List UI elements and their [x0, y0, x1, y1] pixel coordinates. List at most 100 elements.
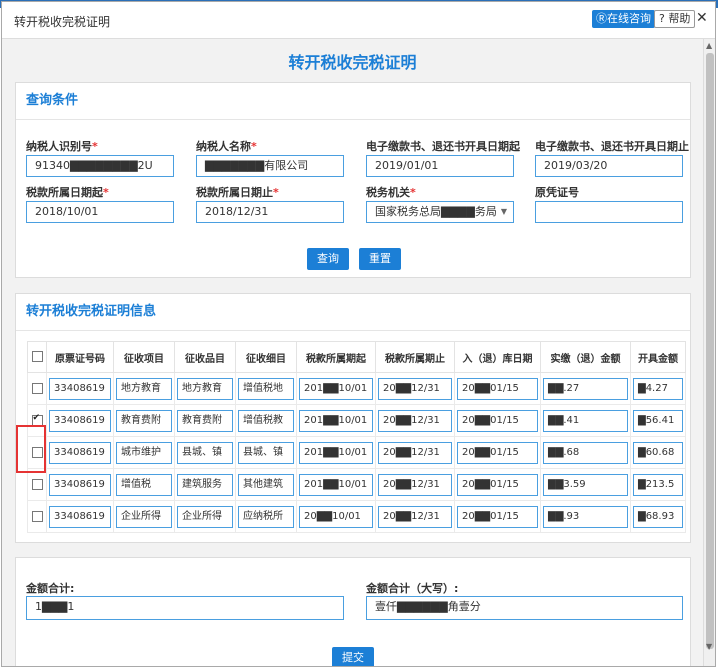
table-cell: 增值税 [113, 468, 175, 501]
table-row[interactable]: 33408619 地方教育 地方教育 增值税地 201▇▇10/01 20▇▇12/31 2… [27, 372, 686, 405]
cell-input[interactable]: 教育费附 [177, 409, 233, 432]
table-row[interactable]: 33408619教育费附教育费附增值税教201▇▇10/0120▇▇12/312… [27, 404, 686, 437]
scrollbar[interactable]: ▲ ▼ [703, 39, 715, 666]
cell-input[interactable]: 增值税地 [238, 377, 294, 400]
cell-input[interactable]: 33408619 [49, 441, 111, 464]
cell-input[interactable]: ▇60.68 [633, 441, 683, 464]
scroll-up-icon[interactable]: ▲ [706, 41, 712, 50]
cell-input[interactable]: 其他建筑 [238, 473, 294, 496]
cell-input[interactable]: 33408619 [49, 505, 111, 528]
table-cell: 建筑服务 [174, 468, 236, 501]
row-checkbox[interactable] [31, 478, 43, 490]
table-row[interactable]: 33408619 增值税 建筑服务 其他建筑 201▇▇10/01 20▇▇12/31 20… [27, 468, 686, 501]
table-cell: 县城、镇 [235, 436, 297, 469]
table-row[interactable]: 33408619 企业所得 企业所得 应纳税所 20▇▇10/01 20▇▇12/31 20… [27, 500, 686, 533]
amount-label: 金额合计: [26, 582, 75, 595]
table-cell: 增值税教 [235, 404, 297, 437]
cell-input[interactable]: 县城、镇 [238, 441, 294, 464]
cell-input[interactable]: 20▇▇12/31 [378, 377, 452, 400]
table-cell: 20▇▇01/15 [454, 436, 541, 469]
cell-input[interactable]: ▇213.5 [633, 473, 683, 496]
cell-input[interactable]: 教育费附 [116, 409, 172, 432]
cell-input[interactable]: ▇▇.41 [543, 409, 628, 432]
row-select-cell [27, 468, 47, 501]
period-start-input[interactable]: 2018/10/01 [26, 201, 174, 223]
row-checkbox[interactable] [31, 382, 43, 394]
original-cert-input[interactable] [535, 201, 683, 223]
cell-input[interactable]: 地方教育 [116, 377, 172, 400]
cell-input[interactable]: ▇▇.93 [543, 505, 628, 528]
table-cell: 33408619 [46, 500, 114, 533]
table-cell: 应纳税所 [235, 500, 297, 533]
original-cert-label: 原凭证号 [535, 186, 579, 199]
cell-input[interactable]: 33408619 [49, 473, 111, 496]
taxpayer-id-input[interactable]: 91340▇▇▇▇▇▇▇▇2U [26, 155, 174, 177]
tax-office-select[interactable]: 国家税务总局▇▇▇▇务局 ▼ [366, 201, 514, 223]
row-checkbox[interactable] [31, 510, 43, 522]
cell-input[interactable]: 20▇▇01/15 [457, 377, 538, 400]
cell-input[interactable]: 20▇▇12/31 [378, 409, 452, 432]
column-header: 税款所属期止 [375, 341, 455, 373]
date-end-input[interactable]: 2019/03/20 [535, 155, 683, 177]
cell-input[interactable]: 201▇▇10/01 [299, 377, 373, 400]
cell-input[interactable]: 20▇▇12/31 [378, 505, 452, 528]
cell-input[interactable]: 201▇▇10/01 [299, 409, 373, 432]
cell-input[interactable]: 建筑服务 [177, 473, 233, 496]
table-cell: 33408619 [46, 372, 114, 405]
column-header: 征收项目 [113, 341, 175, 373]
cell-input[interactable]: 20▇▇12/31 [378, 473, 452, 496]
cell-input[interactable]: ▇4.27 [633, 377, 683, 400]
cell-input[interactable]: 企业所得 [116, 505, 172, 528]
table-cell: 企业所得 [113, 500, 175, 533]
cell-input[interactable]: 城市维护 [116, 441, 172, 464]
query-button[interactable]: 查询 [307, 248, 349, 270]
cell-input[interactable]: 20▇▇01/15 [457, 441, 538, 464]
scrollbar-thumb[interactable] [706, 53, 714, 649]
submit-button[interactable]: 提交 [332, 647, 374, 666]
amount-input[interactable]: 1▇▇▇1 [26, 596, 344, 620]
cell-input[interactable]: 20▇▇01/15 [457, 505, 538, 528]
online-consult-button[interactable]: Ⓡ在线咨询 [592, 10, 655, 28]
cell-input[interactable]: 县城、镇 [177, 441, 233, 464]
table-cell: 201▇▇10/01 [296, 436, 376, 469]
close-icon[interactable]: ✕ [696, 10, 708, 26]
cell-input[interactable]: ▇▇3.59 [543, 473, 628, 496]
period-start-label: 税款所属日期起* [26, 186, 109, 199]
taxpayer-name-input[interactable]: ▇▇▇▇▇▇▇有限公司 [196, 155, 344, 177]
cell-input[interactable]: 企业所得 [177, 505, 233, 528]
cell-input[interactable]: 20▇▇01/15 [457, 473, 538, 496]
table-cell: 城市维护 [113, 436, 175, 469]
column-header: 税款所属期起 [296, 341, 376, 373]
cell-input[interactable]: ▇68.93 [633, 505, 683, 528]
column-header: 原票证号码 [46, 341, 114, 373]
cell-input[interactable]: 20▇▇10/01 [299, 505, 373, 528]
cell-input[interactable]: 33408619 [49, 377, 111, 400]
date-start-input[interactable]: 2019/01/01 [366, 155, 514, 177]
table-row[interactable]: 33408619 城市维护 县城、镇 县城、镇 201▇▇10/01 20▇▇12/31 2… [27, 436, 686, 469]
cell-input[interactable]: 地方教育 [177, 377, 233, 400]
dialog: 转开税收完税证明 Ⓡ在线咨询 ? 帮助 ✕ 转开税收完税证明 查询条件 纳税人识… [1, 1, 716, 667]
results-panel: 转开税收完税证明信息 原票证号码 征收项目 征收品目 征收细目 税款所属期起 税… [15, 293, 691, 543]
help-button[interactable]: ? 帮助 [654, 10, 696, 28]
cell-input[interactable]: 应纳税所 [238, 505, 294, 528]
cell-input[interactable]: ▇▇.68 [543, 441, 628, 464]
cell-input[interactable]: 20▇▇01/15 [457, 409, 538, 432]
table-cell: 20▇▇12/31 [375, 500, 455, 533]
table-cell: 33408619 [46, 404, 114, 437]
cell-input[interactable]: 增值税 [116, 473, 172, 496]
table-cell: 教育费附 [174, 404, 236, 437]
scroll-down-icon[interactable]: ▼ [706, 642, 712, 651]
reset-button[interactable]: 重置 [359, 248, 401, 270]
cell-input[interactable]: ▇▇.27 [543, 377, 628, 400]
taxpayer-id-label: 纳税人识别号* [26, 140, 98, 153]
cell-input[interactable]: 201▇▇10/01 [299, 473, 373, 496]
select-all-checkbox[interactable] [31, 351, 43, 363]
date-start-label: 电子缴款书、退还书开具日期起 [366, 140, 520, 153]
cell-input[interactable]: ▇56.41 [633, 409, 683, 432]
cell-input[interactable]: 201▇▇10/01 [299, 441, 373, 464]
cell-input[interactable]: 33408619 [49, 409, 111, 432]
period-end-input[interactable]: 2018/12/31 [196, 201, 344, 223]
amount-caps-input[interactable]: 壹仟▇▇▇▇▇▇角壹分 [366, 596, 683, 620]
cell-input[interactable]: 增值税教 [238, 409, 294, 432]
cell-input[interactable]: 20▇▇12/31 [378, 441, 452, 464]
